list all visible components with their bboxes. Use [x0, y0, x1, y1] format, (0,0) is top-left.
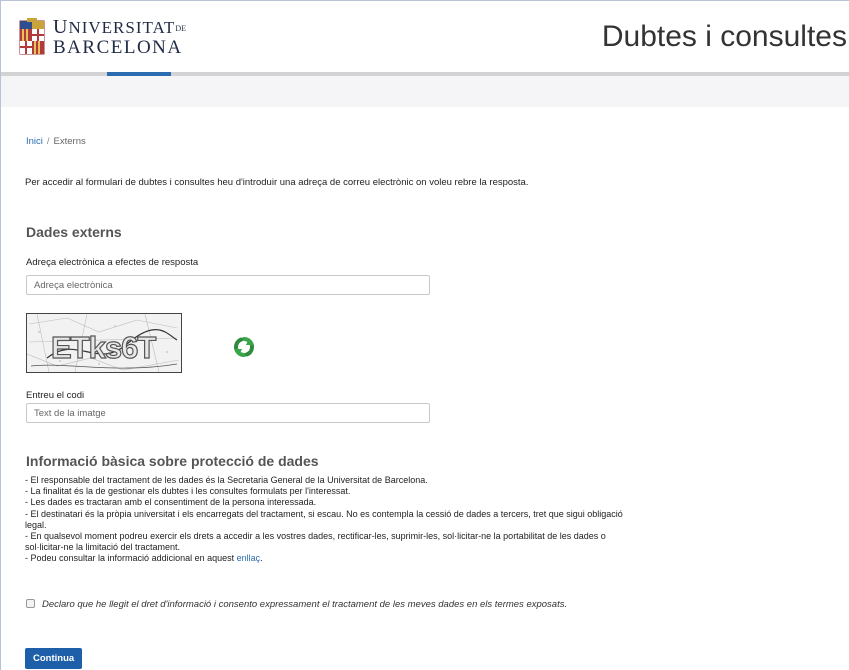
email-label: Adreça electrònica a efectes de resposta: [26, 257, 199, 268]
data-protection-title: Informació bàsica sobre protecció de dad…: [26, 453, 319, 469]
sub-navigation-bar: [1, 76, 849, 107]
logo-line-2: BARCELONA: [53, 37, 183, 58]
captcha-code-field[interactable]: [26, 403, 430, 423]
code-label: Entreu el codi: [26, 390, 85, 401]
breadcrumb-separator: /: [46, 136, 50, 147]
data-protection-list: - El responsable del tractament de les d…: [25, 475, 725, 565]
captcha-image: ETks6T: [26, 313, 182, 373]
university-logo[interactable]: UNIVERSITATDE BARCELONA: [19, 17, 186, 57]
logo-de: DE: [175, 24, 186, 33]
site-header: UNIVERSITATDE BARCELONA Dubtes i consult…: [1, 1, 849, 75]
logo-initial: U: [53, 16, 69, 38]
university-shield-icon: [19, 18, 45, 55]
consent-row: Declaro que he llegit el dret d'informac…: [26, 598, 586, 612]
additional-info-link[interactable]: enllaç: [237, 553, 261, 563]
email-field[interactable]: [26, 275, 430, 295]
info-line: - En qualsevol moment podreu exercir els…: [25, 531, 606, 542]
refresh-icon[interactable]: [233, 336, 255, 358]
info-line: - Podeu consultar la informació addicion…: [25, 553, 725, 564]
captcha-text: ETks6T: [51, 330, 156, 365]
breadcrumb-current: Externs: [53, 136, 86, 147]
info-line: - La finalitat és la de gestionar els du…: [25, 486, 351, 497]
consent-text: Declaro que he llegit el dret d'informac…: [42, 599, 568, 610]
intro-text: Per accedir al formulari de dubtes i con…: [25, 177, 529, 188]
consent-checkbox[interactable]: [26, 599, 35, 608]
info-line: - El destinatari és la pròpia universita…: [25, 508, 623, 519]
info-last-line-text: - Podeu consultar la informació addicion…: [25, 553, 235, 564]
info-line: - Les dades es tractaran amb el consenti…: [25, 497, 317, 508]
site-title: Dubtes i consultes: [601, 20, 847, 53]
info-line: sol·licitar-ne la limitació del tractame…: [25, 542, 181, 553]
logo-universitat: NIVERSITAT: [68, 18, 176, 37]
logo-wordmark: UNIVERSITATDE BARCELONA: [53, 17, 186, 57]
logo-line-1: UNIVERSITATDE: [53, 17, 186, 37]
info-line: legal.: [25, 519, 47, 530]
continue-button[interactable]: Continua: [25, 648, 83, 669]
breadcrumb: Inici / Externs: [26, 136, 86, 147]
info-last-line-end: .: [260, 553, 263, 564]
info-line: - El responsable del tractament de les d…: [25, 475, 428, 485]
captcha-graphic: ETks6T: [26, 313, 181, 373]
breadcrumb-home-link[interactable]: Inici: [26, 136, 43, 147]
form-section-title: Dades externs: [26, 224, 122, 240]
